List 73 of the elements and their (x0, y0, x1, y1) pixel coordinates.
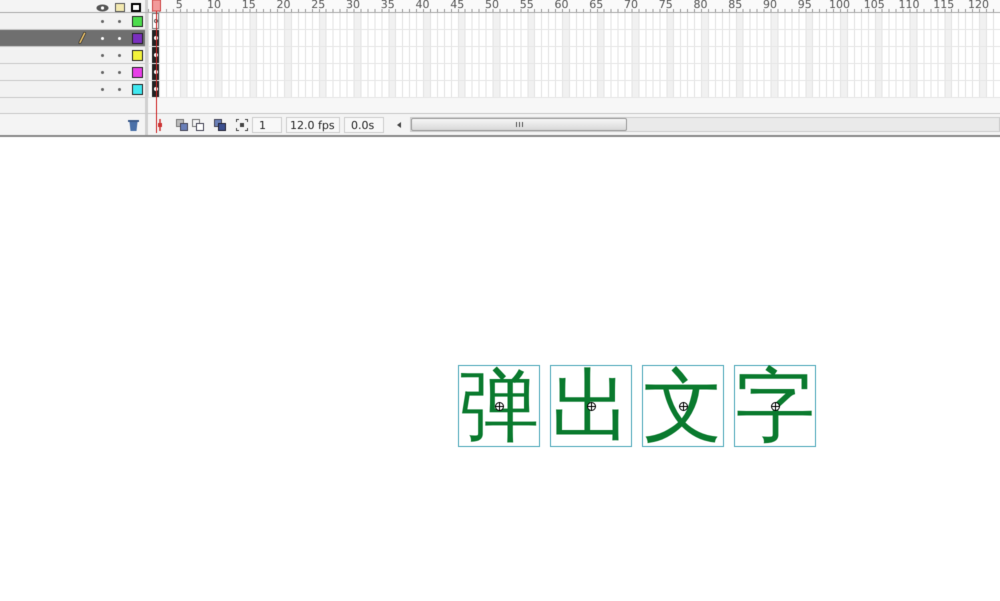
layer-color-swatch[interactable] (132, 32, 143, 44)
lock-dot[interactable] (118, 54, 121, 56)
frame-number: 45 (449, 0, 466, 9)
frame-track[interactable] (148, 47, 1000, 64)
layer-row[interactable] (0, 13, 145, 30)
frame-number: 95 (796, 0, 813, 9)
frame-number: 50 (484, 0, 500, 9)
registration-point-icon (679, 402, 688, 411)
outline-icon[interactable] (131, 3, 141, 12)
frame-number: 65 (588, 0, 604, 9)
frame-number: 100 (828, 0, 852, 9)
text-symbol[interactable]: 字 (734, 365, 816, 447)
eye-icon[interactable] (96, 4, 109, 12)
scrollbar-thumb[interactable] (411, 118, 627, 131)
lock-dot[interactable] (118, 88, 121, 90)
layer-color-swatch[interactable] (132, 66, 143, 78)
frame-rate[interactable]: 12.0 fps (286, 116, 340, 132)
layer-row[interactable] (0, 30, 145, 47)
frame-number: 115 (932, 0, 956, 9)
frame-number: 60 (554, 0, 570, 9)
lock-dot[interactable] (118, 20, 121, 22)
frame-number: 105 (862, 0, 886, 9)
grip-icon (516, 122, 522, 127)
layer-color-swatch[interactable] (132, 16, 143, 26)
scrollbar-track[interactable] (410, 117, 1000, 132)
onion-outline-button[interactable] (192, 118, 204, 130)
lock-dot[interactable] (118, 36, 121, 40)
frame-number: 75 (658, 0, 674, 9)
layer-row[interactable] (0, 81, 145, 98)
registration-point-icon (495, 402, 504, 411)
frame-track[interactable] (148, 13, 1000, 30)
layer-row[interactable] (0, 64, 145, 81)
onion-markers-button[interactable] (236, 118, 248, 130)
frame-number: 70 (623, 0, 640, 9)
frame-number: 5 (174, 0, 184, 9)
text-symbol[interactable]: 文 (642, 365, 724, 447)
registration-point-icon (587, 402, 596, 411)
frame-ruler[interactable]: 5 10 15 20 25 30 35 40 45 50 55 60 65 70 75 80 85 90 95 100 105 110 115 120 (148, 0, 1000, 12)
visibility-dot[interactable] (101, 36, 104, 40)
frame-number: 120 (967, 0, 990, 9)
frame-number: 90 (762, 0, 778, 9)
frame-number: 10 (206, 0, 222, 9)
frame-number: 55 (518, 0, 535, 9)
frame-number: 40 (414, 0, 431, 9)
frame-number: 15 (240, 0, 257, 9)
layer-row[interactable] (0, 47, 145, 64)
visibility-dot[interactable] (101, 54, 104, 56)
trash-icon[interactable] (128, 118, 139, 130)
current-frame: 1 (252, 116, 282, 132)
frame-track[interactable] (148, 64, 1000, 81)
registration-point-icon (771, 402, 780, 411)
visibility-dot[interactable] (101, 20, 104, 22)
text-symbol[interactable]: 出 (550, 365, 632, 447)
frame-number: 110 (898, 0, 921, 9)
onion-skin-button[interactable] (176, 118, 188, 130)
visibility-dot[interactable] (101, 70, 104, 74)
scroll-left-arrow-icon[interactable] (397, 122, 401, 128)
frame-number: 35 (380, 0, 396, 9)
frame-number: 30 (345, 0, 362, 9)
frame-number: 20 (276, 0, 292, 9)
frame-number: 25 (310, 0, 326, 9)
frame-track[interactable] (148, 81, 1000, 98)
elapsed-time: 0.0s (344, 116, 384, 132)
visibility-dot[interactable] (101, 88, 104, 90)
frame-number: 85 (727, 0, 744, 9)
layer-color-swatch[interactable] (132, 84, 143, 94)
frame-number: 80 (692, 0, 709, 9)
playhead[interactable] (152, 0, 161, 133)
lock-dot[interactable] (118, 70, 121, 74)
text-symbol[interactable]: 弹 (458, 365, 540, 447)
edit-multiple-frames-button[interactable] (214, 118, 226, 130)
layer-color-swatch[interactable] (132, 50, 143, 60)
frame-track[interactable] (148, 30, 1000, 47)
